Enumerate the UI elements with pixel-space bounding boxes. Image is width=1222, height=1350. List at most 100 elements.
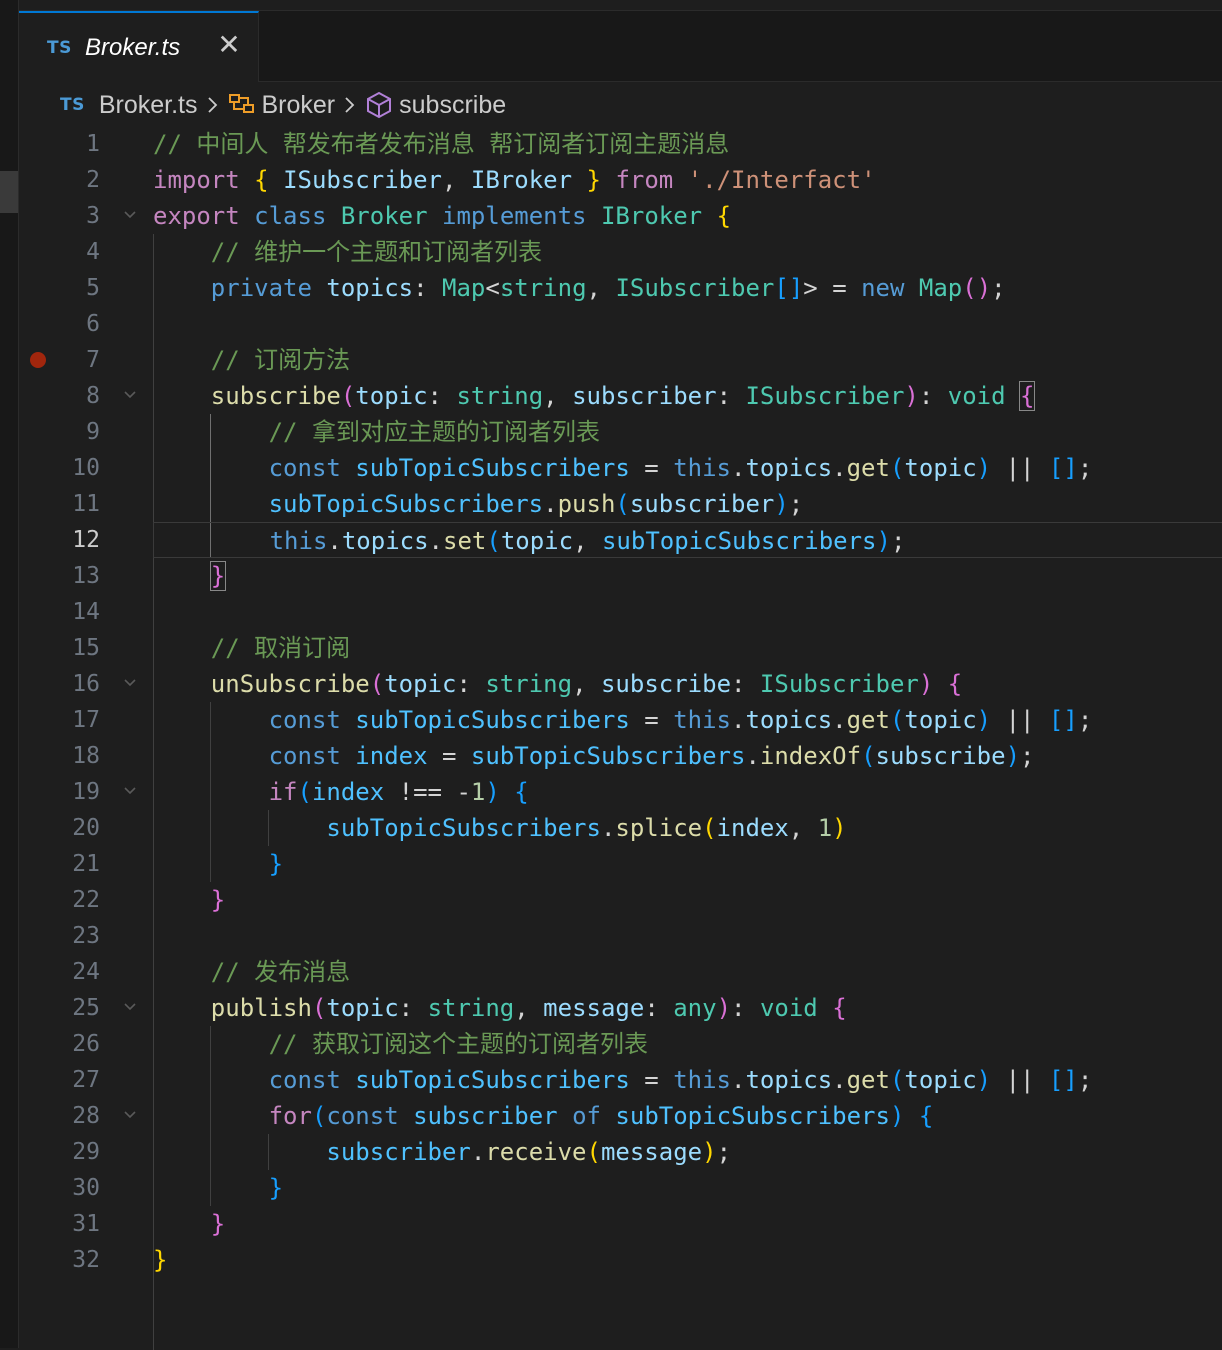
code-line-area[interactable]: }	[153, 882, 1222, 918]
code-line-area[interactable]: const subTopicSubscribers = this.topics.…	[153, 1062, 1222, 1098]
fold-chevron-icon[interactable]	[123, 666, 137, 702]
code-line-area[interactable]: }	[153, 558, 1222, 594]
code-editor[interactable]: 1 // 中间人 帮发布者发布消息 帮订阅者订阅主题消息 2 import { ISu…	[19, 126, 1222, 1350]
code-line[interactable]: 7 // 订阅方法	[19, 342, 1222, 378]
code-line[interactable]: 4 // 维护一个主题和订阅者列表	[19, 234, 1222, 270]
code-line-area[interactable]: for(const subscriber of subTopicSubscrib…	[153, 1098, 1222, 1134]
code-line[interactable]: 25 publish(topic: string, message: any):…	[19, 990, 1222, 1026]
code-line[interactable]: 28 for(const subscriber of subTopicSubsc…	[19, 1098, 1222, 1134]
code-line-area[interactable]: subscribe(topic: string, subscriber: ISu…	[153, 378, 1222, 414]
code-line[interactable]: 26 // 获取订阅这个主题的订阅者列表	[19, 1026, 1222, 1062]
code-line-area[interactable]: subscriber.receive(message);	[153, 1134, 1222, 1170]
code-line[interactable]: 3 export class Broker implements IBroker …	[19, 198, 1222, 234]
code-line-area[interactable]	[153, 918, 1222, 954]
code-line-area[interactable]: unSubscribe(topic: string, subscribe: IS…	[153, 666, 1222, 702]
fold-chevron-icon[interactable]	[123, 378, 137, 414]
code-line[interactable]: 29 subscriber.receive(message);	[19, 1134, 1222, 1170]
code-token: message	[600, 1138, 703, 1166]
code-line-area[interactable]: }	[153, 846, 1222, 882]
code-token: topic	[384, 670, 457, 698]
code-line-area[interactable]: // 维护一个主题和订阅者列表	[153, 234, 1222, 270]
code-line[interactable]: 12 this.topics.set(topic, subTopicSubscr…	[19, 522, 1222, 558]
code-line[interactable]: 11 subTopicSubscribers.push(subscriber);	[19, 486, 1222, 522]
code-line[interactable]: 32}	[19, 1242, 1222, 1278]
code-token: :	[398, 994, 428, 1022]
code-line-area[interactable]	[153, 306, 1222, 342]
code-token: :	[918, 382, 948, 410]
code-line-area[interactable]: // 取消订阅	[153, 630, 1222, 666]
code-line-area[interactable]: }	[153, 1170, 1222, 1206]
code-text: }	[153, 1242, 167, 1278]
code-text: }	[153, 846, 283, 882]
code-token: )	[716, 994, 732, 1022]
code-line[interactable]: 13 }	[19, 558, 1222, 594]
code-line[interactable]: 23	[19, 918, 1222, 954]
code-line-area[interactable]: this.topics.set(topic, subTopicSubscribe…	[153, 522, 1222, 558]
code-line-area[interactable]: import { ISubscriber, IBroker } from './…	[153, 162, 1222, 198]
code-line-area[interactable]: // 订阅方法	[153, 342, 1222, 378]
code-token: if	[268, 778, 298, 806]
code-line[interactable]: 22 }	[19, 882, 1222, 918]
code-token: (	[615, 490, 630, 518]
fold-chevron-icon[interactable]	[123, 198, 137, 234]
code-line[interactable]: 20 subTopicSubscribers.splice(index, 1)	[19, 810, 1222, 846]
code-line-area[interactable]: const subTopicSubscribers = this.topics.…	[153, 450, 1222, 486]
code-token: class	[254, 202, 327, 230]
breadcrumb-file[interactable]: Broker.ts	[99, 91, 198, 120]
code-line[interactable]: 2 import { ISubscriber, IBroker } from '.…	[19, 162, 1222, 198]
code-line[interactable]: 1 // 中间人 帮发布者发布消息 帮订阅者订阅主题消息	[19, 126, 1222, 162]
code-line[interactable]: 8 subscribe(topic: string, subscriber: I…	[19, 378, 1222, 414]
code-line[interactable]: 31 }	[19, 1206, 1222, 1242]
tab-broker-ts[interactable]: TS Broker.ts ✕	[19, 11, 259, 82]
code-line-area[interactable]: subTopicSubscribers.splice(index, 1)	[153, 810, 1222, 846]
breadcrumb-class[interactable]: Broker	[262, 91, 336, 120]
code-line-area[interactable]: if(index !== -1) {	[153, 774, 1222, 810]
code-line-area[interactable]: // 拿到对应主题的订阅者列表	[153, 414, 1222, 450]
code-line-area[interactable]: private topics: Map<string, ISubscriber[…	[153, 270, 1222, 306]
fold-chevron-icon[interactable]	[123, 990, 137, 1026]
code-line[interactable]: 21 }	[19, 846, 1222, 882]
code-line[interactable]: 18 const index = subTopicSubscribers.ind…	[19, 738, 1222, 774]
code-line[interactable]: 19 if(index !== -1) {	[19, 774, 1222, 810]
code-token: .	[600, 814, 616, 842]
code-line-area[interactable]: // 发布消息	[153, 954, 1222, 990]
code-line[interactable]: 10 const subTopicSubscribers = this.topi…	[19, 450, 1222, 486]
code-token: }	[210, 886, 226, 914]
code-line-area[interactable]: export class Broker implements IBroker {	[153, 198, 1222, 234]
code-token: message	[543, 994, 645, 1022]
fold-chevron-icon[interactable]	[123, 774, 137, 810]
code-line-area[interactable]	[153, 594, 1222, 630]
code-line[interactable]: 15 // 取消订阅	[19, 630, 1222, 666]
code-line-area[interactable]: subTopicSubscribers.push(subscriber);	[153, 486, 1222, 522]
code-line[interactable]: 30 }	[19, 1170, 1222, 1206]
code-line[interactable]: 9 // 拿到对应主题的订阅者列表	[19, 414, 1222, 450]
code-line-area[interactable]: }	[153, 1242, 1222, 1278]
code-line[interactable]: 27 const subTopicSubscribers = this.topi…	[19, 1062, 1222, 1098]
fold-chevron-icon[interactable]	[123, 1098, 137, 1134]
code-line-area[interactable]: const subTopicSubscribers = this.topics.…	[153, 702, 1222, 738]
code-text: // 中间人 帮发布者发布消息 帮订阅者订阅主题消息	[153, 126, 729, 162]
code-token: subscribe	[210, 382, 341, 410]
code-text: const subTopicSubscribers = this.topics.…	[153, 450, 1093, 486]
breadcrumb-method[interactable]: subscribe	[399, 91, 506, 120]
code-line[interactable]: 17 const subTopicSubscribers = this.topi…	[19, 702, 1222, 738]
close-icon[interactable]: ✕	[217, 31, 241, 59]
code-line-area[interactable]: publish(topic: string, message: any): vo…	[153, 990, 1222, 1026]
code-line-area[interactable]: }	[153, 1206, 1222, 1242]
code-line-area[interactable]: // 获取订阅这个主题的订阅者列表	[153, 1026, 1222, 1062]
typescript-file-icon: TS	[60, 95, 85, 115]
code-text: subTopicSubscribers.push(subscriber);	[153, 486, 804, 522]
code-line[interactable]: 6	[19, 306, 1222, 342]
line-number: 19	[72, 779, 100, 805]
code-line-area[interactable]: const index = subTopicSubscribers.indexO…	[153, 738, 1222, 774]
code-token: :	[427, 382, 457, 410]
code-line[interactable]: 24 // 发布消息	[19, 954, 1222, 990]
code-line[interactable]: 5 private topics: Map<string, ISubscribe…	[19, 270, 1222, 306]
code-line-area[interactable]: // 中间人 帮发布者发布消息 帮订阅者订阅主题消息	[153, 126, 1222, 162]
code-line[interactable]: 14	[19, 594, 1222, 630]
code-token: ;	[1077, 706, 1093, 734]
code-line[interactable]: 16 unSubscribe(topic: string, subscribe:…	[19, 666, 1222, 702]
activity-bar-edge	[0, 0, 19, 1348]
